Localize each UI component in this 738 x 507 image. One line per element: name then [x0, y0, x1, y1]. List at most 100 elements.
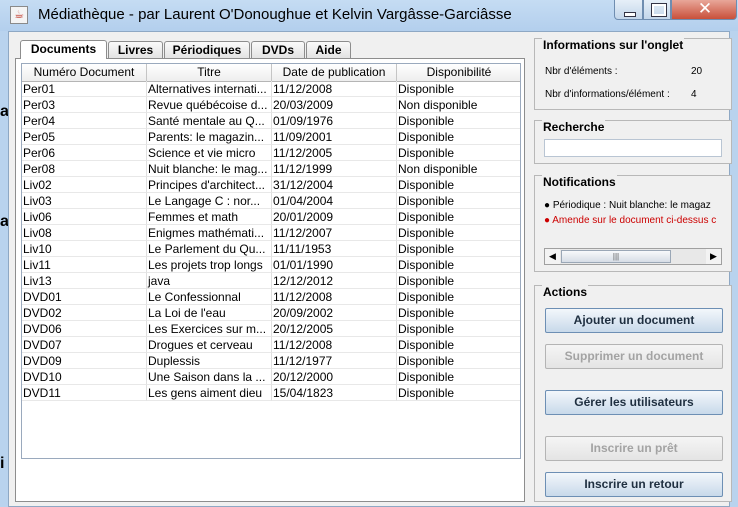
cell-date: 15/04/1823	[272, 385, 397, 401]
java-app-icon: ☕	[10, 6, 28, 24]
cell-numero: Liv11	[22, 257, 147, 273]
cell-numero: DVD02	[22, 305, 147, 321]
table-row[interactable]: DVD01 Le Confessionnal 11/12/2008 Disponibl…	[22, 289, 520, 305]
notification-item[interactable]: ● Amende sur le document ci-dessus c	[544, 215, 716, 226]
cell-titre: Nuit blanche: le mag...	[147, 161, 272, 177]
table-row[interactable]: DVD02 La Loi de l'eau 20/09/2002 Disponible	[22, 305, 520, 321]
scroll-left-arrow-icon[interactable]: ◀	[545, 249, 560, 264]
cell-numero: Liv13	[22, 273, 147, 289]
nb-elements-value: 20	[691, 66, 703, 77]
cell-disponibilite: Disponible	[397, 241, 520, 257]
table-row[interactable]: DVD09 Duplessis 11/12/1977 Disponible	[22, 353, 520, 369]
column-header-titre[interactable]: Titre	[147, 64, 272, 81]
close-button[interactable]: ✕	[671, 0, 737, 20]
cell-disponibilite: Disponible	[397, 353, 520, 369]
cell-disponibilite: Disponible	[397, 289, 520, 305]
column-header-disponibilite[interactable]: Disponibilité	[397, 64, 520, 81]
title-bar[interactable]: ☕ Médiathèque - par Laurent O'Donoughue …	[0, 0, 738, 31]
column-header-numero[interactable]: Numéro Document	[22, 64, 147, 81]
table-row[interactable]: Liv06 Femmes et math 20/01/2009 Disponible	[22, 209, 520, 225]
tab-periodiques[interactable]: Périodiques	[164, 41, 250, 58]
table-row[interactable]: Per03 Revue québécoise d... 20/03/2009 Non …	[22, 97, 520, 113]
cell-disponibilite: Non disponible	[397, 161, 520, 177]
nb-info-label: Nbr d'informations/élément :	[545, 89, 670, 100]
table-row[interactable]: Per01 Alternatives internati... 11/12/2008…	[22, 81, 520, 97]
table-row[interactable]: Liv08 Enigmes mathémati... 11/12/2007 Dispo…	[22, 225, 520, 241]
cell-titre: La Loi de l'eau	[147, 305, 272, 321]
cell-disponibilite: Disponible	[397, 129, 520, 145]
table-row[interactable]: Liv10 Le Parlement du Qu... 11/11/1953 Disp…	[22, 241, 520, 257]
background-text-fragment: a	[0, 213, 8, 230]
notification-item[interactable]: ● Périodique : Nuit blanche: le magaz	[544, 200, 711, 211]
cell-disponibilite: Disponible	[397, 177, 520, 193]
notifications-scrollbar[interactable]: ◀ ||| ▶	[544, 248, 722, 265]
table-body: Per01 Alternatives internati... 11/12/2008…	[22, 81, 520, 401]
table-row[interactable]: Per05 Parents: le magazin... 11/09/2001 Dis…	[22, 129, 520, 145]
tab-aide[interactable]: Aide	[306, 41, 351, 58]
cell-disponibilite: Disponible	[397, 113, 520, 129]
background-text-fragment: i	[0, 455, 5, 472]
table-row[interactable]: Per08 Nuit blanche: le mag... 11/12/1999 No…	[22, 161, 520, 177]
cell-date: 01/09/1976	[272, 113, 397, 129]
cell-titre: Le Langage C : nor...	[147, 193, 272, 209]
cell-numero: Per06	[22, 145, 147, 161]
cell-titre: Alternatives internati...	[147, 81, 272, 97]
table-row[interactable]: Liv13 java 12/12/2012 Disponible	[22, 273, 520, 289]
maximize-button[interactable]	[643, 0, 671, 20]
cell-numero: Per05	[22, 129, 147, 145]
cell-numero: Liv06	[22, 209, 147, 225]
search-input[interactable]	[544, 139, 722, 157]
cell-titre: Santé mentale au Q...	[147, 113, 272, 129]
notifications-panel: Notifications ● Périodique : Nuit blanch…	[534, 175, 732, 272]
cell-titre: Principes d'architect...	[147, 177, 272, 193]
cell-disponibilite: Disponible	[397, 193, 520, 209]
cell-date: 11/12/2007	[272, 225, 397, 241]
cell-numero: Per04	[22, 113, 147, 129]
cell-titre: Enigmes mathémati...	[147, 225, 272, 241]
scrollbar-thumb[interactable]: |||	[561, 250, 671, 263]
cell-numero: Per01	[22, 81, 147, 97]
minimize-button[interactable]	[614, 0, 643, 20]
cell-disponibilite: Non disponible	[397, 97, 520, 113]
register-return-button[interactable]: Inscrire un retour	[545, 472, 723, 497]
cell-date: 11/11/1953	[272, 241, 397, 257]
cell-titre: Les Exercices sur m...	[147, 321, 272, 337]
cell-titre: Le Confessionnal	[147, 289, 272, 305]
table-row[interactable]: DVD06 Les Exercices sur m... 20/12/2005 Dis…	[22, 321, 520, 337]
documents-tab-panel: Numéro Document Titre Date de publicatio…	[15, 58, 525, 502]
manage-users-button[interactable]: Gérer les utilisateurs	[545, 390, 723, 415]
actions-panel: Actions Ajouter un document Supprimer un…	[534, 285, 732, 502]
cell-date: 20/09/2002	[272, 305, 397, 321]
table-row[interactable]: Liv02 Principes d'architect... 31/12/2004 D…	[22, 177, 520, 193]
column-header-date[interactable]: Date de publication	[272, 64, 397, 81]
scroll-right-arrow-icon[interactable]: ▶	[706, 249, 721, 264]
table-row[interactable]: DVD11 Les gens aiment dieu 15/04/1823 Dispo…	[22, 385, 520, 401]
register-loan-button[interactable]: Inscrire un prêt	[545, 436, 723, 461]
table-row[interactable]: Liv03 Le Langage C : nor... 01/04/2004 Disp…	[22, 193, 520, 209]
add-document-button[interactable]: Ajouter un document	[545, 308, 723, 333]
cell-titre: java	[147, 273, 272, 289]
table-header: Numéro Document Titre Date de publicatio…	[22, 64, 520, 82]
table-row[interactable]: Liv11 Les projets trop longs 01/01/1990 Dis…	[22, 257, 520, 273]
cell-numero: Per03	[22, 97, 147, 113]
cell-titre: Science et vie micro	[147, 145, 272, 161]
tab-dvds[interactable]: DVDs	[251, 41, 305, 58]
table-row[interactable]: Per04 Santé mentale au Q... 01/09/1976 Disp…	[22, 113, 520, 129]
table-row[interactable]: Per06 Science et vie micro 11/12/2005 Dispo…	[22, 145, 520, 161]
search-title: Recherche	[542, 120, 606, 134]
app-window: ☕ Médiathèque - par Laurent O'Donoughue …	[0, 0, 738, 507]
cell-titre: Parents: le magazin...	[147, 129, 272, 145]
delete-document-button[interactable]: Supprimer un document	[545, 344, 723, 369]
cell-numero: DVD10	[22, 369, 147, 385]
table-row[interactable]: DVD10 Une Saison dans la ... 20/12/2000 Dis…	[22, 369, 520, 385]
cell-numero: DVD09	[22, 353, 147, 369]
background-text-fragment: a	[0, 103, 8, 120]
tab-livres[interactable]: Livres	[108, 41, 163, 58]
tab-documents[interactable]: Documents	[20, 40, 107, 59]
cell-disponibilite: Disponible	[397, 209, 520, 225]
table-row[interactable]: DVD07 Drogues et cerveau 11/12/2008 Disponi…	[22, 337, 520, 353]
cell-titre: Femmes et math	[147, 209, 272, 225]
documents-table[interactable]: Numéro Document Titre Date de publicatio…	[21, 63, 521, 459]
cell-date: 01/04/2004	[272, 193, 397, 209]
cell-date: 20/12/2005	[272, 321, 397, 337]
